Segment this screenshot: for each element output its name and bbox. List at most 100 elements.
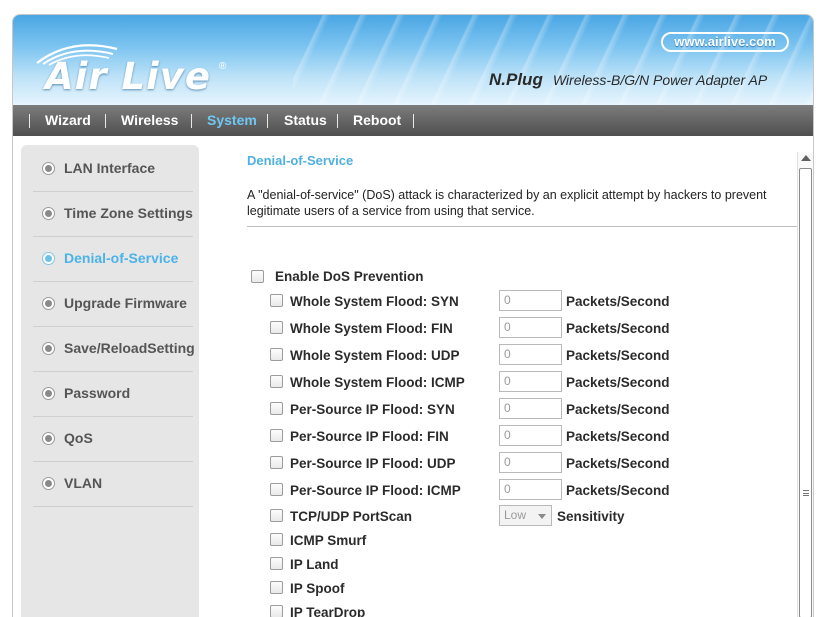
- scroll-grip-icon: [803, 490, 809, 496]
- sidebar-item-label: Save/ReloadSetting: [64, 340, 195, 356]
- spoof-checkbox[interactable]: [270, 581, 283, 594]
- website-badge[interactable]: www.airlive.com: [661, 32, 789, 52]
- divider: [247, 226, 797, 227]
- product-description: Wireless-B/G/N Power Adapter AP: [552, 72, 768, 88]
- enable-dos-label: Enable DoS Prevention: [275, 269, 424, 284]
- nav-status[interactable]: Status: [284, 105, 327, 136]
- packets-unit: Packets/Second: [566, 321, 670, 336]
- header-banner: Air Live ® www.airlive.com N.Plug Wireles…: [13, 15, 813, 105]
- sidebar-item-label: Password: [64, 385, 131, 401]
- flood-label: Per-Source IP Flood: ICMP: [290, 483, 461, 498]
- sidebar-item-denial-of-service[interactable]: Denial-of-Service: [33, 237, 193, 282]
- packets-input[interactable]: 0: [499, 344, 562, 365]
- packets-input[interactable]: 0: [499, 290, 562, 311]
- radio-bullet-icon: [42, 162, 55, 175]
- sidebar-item-label: VLAN: [64, 475, 103, 491]
- smurf-checkbox[interactable]: [270, 533, 283, 546]
- packets-unit: Packets/Second: [566, 483, 670, 498]
- nav-wizard[interactable]: Wizard: [45, 105, 91, 136]
- smurf-label: ICMP Smurf: [290, 533, 367, 548]
- sidebar-item-time-zone[interactable]: Time Zone Settings: [33, 192, 193, 237]
- packets-unit: Packets/Second: [566, 375, 670, 390]
- logo: Air Live ®: [31, 37, 226, 98]
- packets-unit: Packets/Second: [566, 456, 670, 471]
- packets-unit: Packets/Second: [566, 348, 670, 363]
- teardrop-label: IP TearDrop: [290, 605, 366, 617]
- radio-bullet-icon: [42, 252, 55, 265]
- flood-checkbox[interactable]: [270, 375, 283, 388]
- sidebar: LAN Interface Time Zone Settings Denial-…: [21, 145, 199, 617]
- nav-separator: [191, 114, 192, 128]
- flood-checkbox[interactable]: [270, 429, 283, 442]
- sidebar-item-upgrade-firmware[interactable]: Upgrade Firmware: [33, 282, 193, 327]
- chevron-down-icon: [538, 514, 546, 519]
- nav-separator: [29, 114, 30, 128]
- nav-separator: [105, 114, 106, 128]
- enable-dos-checkbox[interactable]: [251, 270, 264, 283]
- flood-checkbox[interactable]: [270, 321, 283, 334]
- spoof-label: IP Spoof: [290, 581, 345, 596]
- sidebar-item-save-reload[interactable]: Save/ReloadSetting: [33, 327, 195, 372]
- flood-checkbox[interactable]: [270, 402, 283, 415]
- teardrop-checkbox[interactable]: [270, 605, 283, 617]
- packets-input[interactable]: 0: [499, 452, 562, 473]
- flood-label: Whole System Flood: SYN: [290, 294, 459, 309]
- scroll-up-arrow-icon[interactable]: [801, 155, 811, 161]
- flood-checkbox[interactable]: [270, 483, 283, 496]
- packets-input[interactable]: 0: [499, 371, 562, 392]
- app-frame: Air Live ® www.airlive.com N.Plug Wireles…: [12, 14, 814, 617]
- radio-bullet-icon: [42, 297, 55, 310]
- flood-checkbox[interactable]: [270, 456, 283, 469]
- nav-separator: [413, 114, 414, 128]
- sidebar-item-label: LAN Interface: [64, 160, 156, 176]
- header-decoration: [293, 15, 813, 105]
- sidebar-item-label: Time Zone Settings: [64, 205, 193, 221]
- flood-checkbox[interactable]: [270, 348, 283, 361]
- scroll-thumb[interactable]: [799, 168, 812, 617]
- packets-input[interactable]: 0: [499, 398, 562, 419]
- radio-bullet-icon: [42, 207, 55, 220]
- packets-unit: Packets/Second: [566, 294, 670, 309]
- packets-unit: Packets/Second: [566, 402, 670, 417]
- flood-label: Per-Source IP Flood: UDP: [290, 456, 456, 471]
- sidebar-item-label: QoS: [64, 430, 93, 446]
- sidebar-item-password[interactable]: Password: [33, 372, 193, 417]
- top-nav: Wizard Wireless System Status Reboot: [13, 105, 813, 136]
- radio-bullet-icon: [42, 477, 55, 490]
- flood-label: Per-Source IP Flood: FIN: [290, 429, 449, 444]
- page-title: Denial-of-Service: [247, 153, 354, 168]
- sidebar-item-lan-interface[interactable]: LAN Interface: [33, 147, 193, 192]
- sensitivity-select[interactable]: Low: [499, 505, 552, 526]
- product-name: N.Plug: [489, 70, 543, 89]
- sensitivity-unit: Sensitivity: [557, 509, 625, 524]
- flood-label: Per-Source IP Flood: SYN: [290, 402, 455, 417]
- flood-label: Whole System Flood: FIN: [290, 321, 453, 336]
- content-scrollbar[interactable]: [797, 152, 813, 617]
- sidebar-item-vlan[interactable]: VLAN: [33, 462, 193, 507]
- nav-system[interactable]: System: [207, 105, 257, 136]
- sensitivity-value: Low: [504, 508, 527, 522]
- product-line: N.Plug Wireless-B/G/N Power Adapter AP: [489, 70, 793, 90]
- portscan-checkbox[interactable]: [270, 509, 283, 522]
- sidebar-item-qos[interactable]: QoS: [33, 417, 193, 462]
- land-label: IP Land: [290, 557, 339, 572]
- flood-label: Whole System Flood: UDP: [290, 348, 460, 363]
- sidebar-item-label: Denial-of-Service: [64, 250, 179, 266]
- nav-reboot[interactable]: Reboot: [353, 105, 401, 136]
- packets-input[interactable]: 0: [499, 425, 562, 446]
- radio-bullet-icon: [42, 342, 55, 355]
- logo-registered-mark: ®: [219, 61, 227, 72]
- radio-bullet-icon: [42, 387, 55, 400]
- radio-bullet-icon: [42, 432, 55, 445]
- nav-wireless[interactable]: Wireless: [121, 105, 178, 136]
- packets-input[interactable]: 0: [499, 479, 562, 500]
- nav-separator: [337, 114, 338, 128]
- flood-label: Whole System Flood: ICMP: [290, 375, 465, 390]
- main-content: Denial-of-Service A "denial-of-service" …: [247, 153, 797, 617]
- packets-input[interactable]: 0: [499, 317, 562, 338]
- page-description: A "denial-of-service" (DoS) attack is ch…: [247, 188, 767, 218]
- portscan-label: TCP/UDP PortScan: [290, 509, 413, 524]
- flood-checkbox[interactable]: [270, 294, 283, 307]
- nav-separator: [267, 114, 268, 128]
- land-checkbox[interactable]: [270, 557, 283, 570]
